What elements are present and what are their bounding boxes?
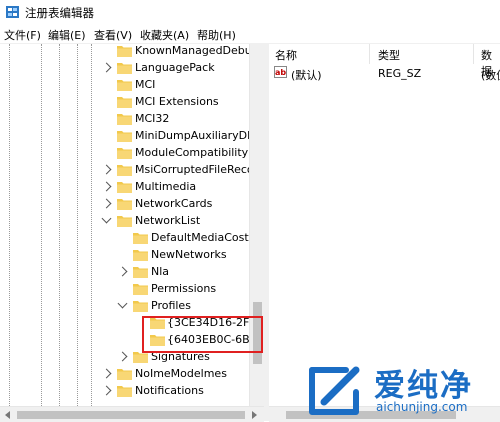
menu-favorites[interactable]: 收藏夹(A)	[140, 27, 189, 43]
tree-item-label: Profiles	[151, 299, 191, 312]
chevron-right-icon[interactable]	[117, 351, 128, 362]
tree-item[interactable]: DefaultMediaCost	[0, 230, 264, 247]
chevron-right-icon[interactable]	[101, 62, 112, 73]
chevron-right-icon[interactable]	[101, 198, 112, 209]
chevron-right-icon[interactable]	[117, 266, 128, 277]
tree-item-label: DefaultMediaCost	[151, 231, 249, 244]
folder-icon	[117, 114, 132, 125]
chevron-down-icon[interactable]	[101, 213, 112, 224]
tree-item-label: MiniDumpAuxiliaryDlls	[135, 129, 259, 142]
tree-item-label: ModuleCompatibility	[135, 146, 249, 159]
watermark-brand: 爱纯净	[374, 368, 473, 404]
tree-item[interactable]: NetworkCards	[0, 196, 264, 213]
tree-item-label: Nla	[151, 265, 170, 278]
scroll-right-icon[interactable]	[252, 411, 257, 419]
string-value-icon: ab	[274, 66, 287, 78]
tree-item[interactable]: KnownManagedDebug	[0, 44, 264, 60]
tree-item-label: NetworkCards	[135, 197, 213, 210]
folder-icon	[117, 131, 132, 142]
tree-item[interactable]: LanguagePack	[0, 60, 264, 77]
value-name[interactable]: (默认)	[291, 67, 322, 83]
folder-icon	[133, 250, 148, 261]
folder-icon	[117, 386, 132, 397]
tree-item-label: NewNetworks	[151, 248, 227, 261]
tree-item[interactable]: NewNetworks	[0, 247, 264, 264]
tree-item[interactable]: MiniDumpAuxiliaryDlls	[0, 128, 264, 145]
tree-item-label: KnownManagedDebug	[135, 44, 259, 57]
menu-help[interactable]: 帮助(H)	[197, 27, 236, 43]
menu-bar: 文件(F) 编辑(E) 查看(V) 收藏夹(A) 帮助(H)	[0, 24, 500, 44]
chevron-right-icon[interactable]	[101, 368, 112, 379]
column-separator[interactable]	[473, 44, 474, 64]
window-title: 注册表编辑器	[25, 6, 94, 20]
tree-item-label: Notifications	[135, 384, 204, 397]
tree-horizontal-scrollbar[interactable]	[0, 406, 264, 422]
tree-item-label: Permissions	[151, 282, 217, 295]
folder-icon	[117, 80, 132, 91]
tree-item-label: MCI	[135, 78, 156, 91]
tree-item[interactable]: MCI	[0, 77, 264, 94]
title-bar: 注册表编辑器	[0, 0, 500, 24]
folder-icon	[133, 301, 148, 312]
tree-item[interactable]: Multimedia	[0, 179, 264, 196]
chevron-down-icon[interactable]	[117, 298, 128, 309]
chevron-right-icon[interactable]	[101, 164, 112, 175]
tree-item[interactable]: MCI Extensions	[0, 94, 264, 111]
tree-item[interactable]: Profiles	[0, 298, 264, 315]
column-header-type[interactable]: 类型	[378, 44, 400, 67]
highlight-box	[142, 316, 263, 353]
column-header-name[interactable]: 名称	[275, 44, 297, 67]
folder-icon	[117, 199, 132, 210]
folder-icon	[117, 46, 132, 57]
registry-editor-icon	[6, 6, 19, 18]
value-data[interactable]: (数值	[481, 67, 500, 83]
tree-item-label: NetworkList	[135, 214, 201, 227]
column-separator[interactable]	[369, 44, 370, 64]
tree-hscroll-thumb[interactable]	[17, 411, 245, 419]
folder-icon	[133, 267, 148, 278]
scroll-left-icon[interactable]	[5, 411, 10, 419]
menu-file[interactable]: 文件(F)	[4, 27, 41, 43]
tree-item-label: MCI Extensions	[135, 95, 219, 108]
folder-icon	[117, 182, 132, 193]
tree-item[interactable]: Permissions	[0, 281, 264, 298]
chevron-right-icon[interactable]	[101, 181, 112, 192]
value-type[interactable]: REG_SZ	[378, 67, 421, 80]
menu-edit[interactable]: 编辑(E)	[48, 27, 86, 43]
menu-view[interactable]: 查看(V)	[94, 27, 132, 43]
watermark-url: aichunjing.com	[376, 400, 468, 414]
folder-icon	[117, 97, 132, 108]
tree-item-label: MsiCorruptedFileRecov	[135, 163, 261, 176]
folder-icon	[117, 63, 132, 74]
tree-item-label: MCI32	[135, 112, 170, 125]
tree-item[interactable]: NetworkList	[0, 213, 264, 230]
tree-item[interactable]: Nla	[0, 264, 264, 281]
chevron-right-icon[interactable]	[101, 385, 112, 396]
tree-item[interactable]: ModuleCompatibility	[0, 145, 264, 162]
tree-item-label: LanguagePack	[135, 61, 215, 74]
folder-icon	[117, 148, 132, 159]
column-header-data[interactable]: 数据	[481, 44, 500, 78]
tree-item[interactable]: NoImeModelmes	[0, 366, 264, 383]
tree-item[interactable]: MsiCorruptedFileRecov	[0, 162, 264, 179]
folder-icon	[117, 216, 132, 227]
brand-logo-icon	[309, 366, 360, 415]
tree-item[interactable]: Notifications	[0, 383, 264, 400]
folder-icon	[133, 284, 148, 295]
watermark: 爱纯净 aichunjing.com	[306, 360, 500, 421]
tree-item-label: Multimedia	[135, 180, 197, 193]
tree-item-label: NoImeModelmes	[135, 367, 227, 380]
folder-icon	[117, 369, 132, 380]
folder-icon	[133, 233, 148, 244]
folder-icon	[117, 165, 132, 176]
tree-item[interactable]: MCI32	[0, 111, 264, 128]
